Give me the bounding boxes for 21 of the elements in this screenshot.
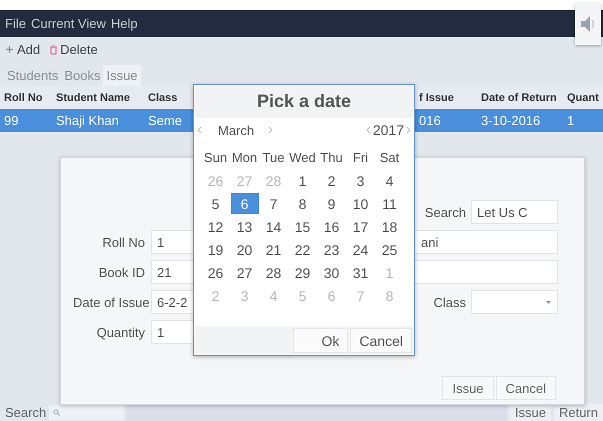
weekday-label: Sun: [204, 150, 228, 165]
weekday-label: Mon: [232, 150, 258, 165]
weekday-label: Tue: [262, 150, 284, 165]
table-cell-text: 3-10-2016: [480, 113, 542, 128]
weekday-label: Fri: [352, 150, 368, 165]
table-cell-text: 1: [566, 113, 576, 128]
picker-title: Pick a date: [194, 85, 414, 118]
field-label: Class: [432, 294, 467, 310]
field-label: Quantity: [96, 324, 146, 340]
weekday-label: Thu: [320, 150, 343, 165]
field-label: Book ID: [98, 264, 146, 280]
field-label: Date of Issue: [73, 294, 151, 310]
table-cell-text: 016: [418, 113, 442, 128]
table-cell-text: Shaji Khan: [55, 113, 120, 128]
table-cell-text: 99: [3, 113, 20, 128]
weekday-label: Wed: [289, 150, 316, 165]
search-label: Search: [4, 405, 46, 420]
table-cell-text: Seme: [147, 113, 183, 128]
field-label: Search: [424, 204, 467, 220]
weekday-label: Sat: [380, 150, 400, 165]
field-label: Roll No: [101, 234, 146, 250]
